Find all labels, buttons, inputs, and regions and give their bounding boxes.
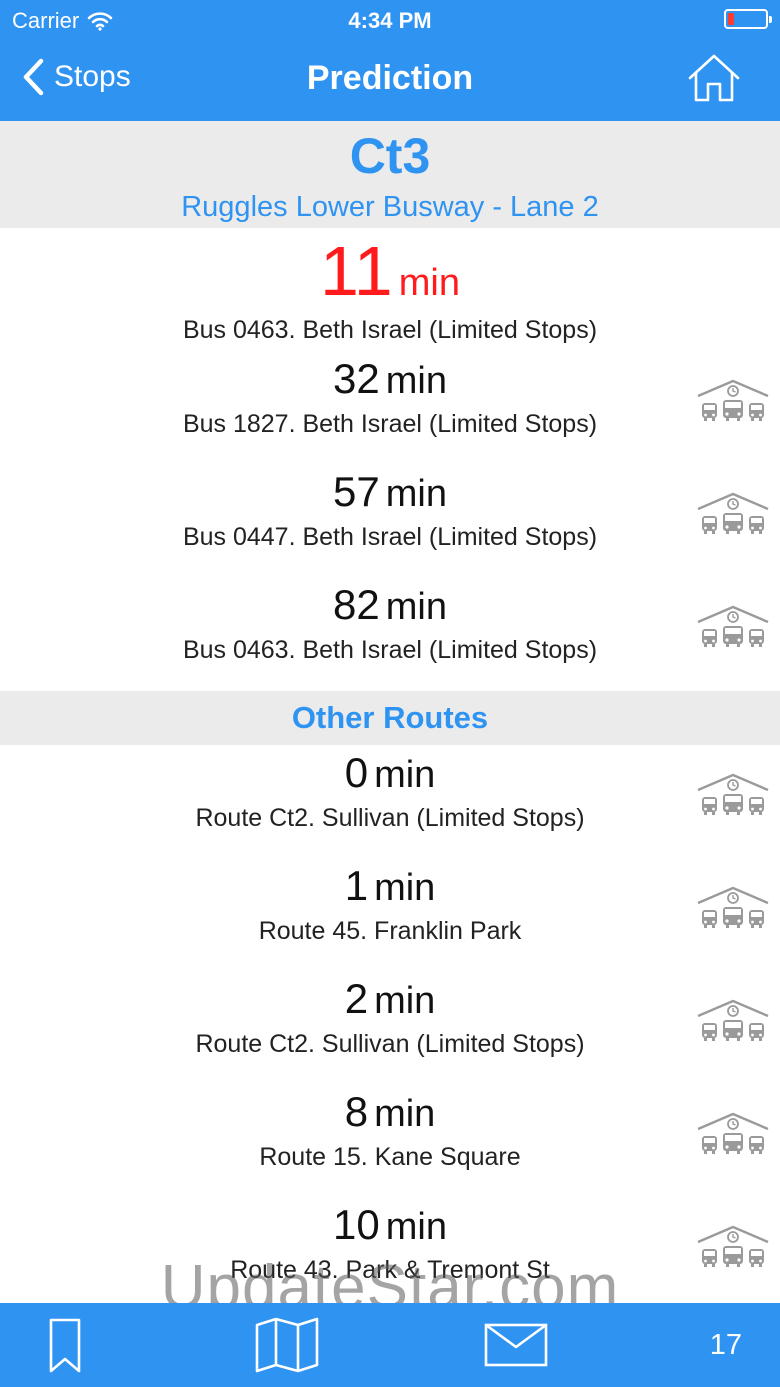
vehicle-description: Bus 0463. Beth Israel (Limited Stops)	[182, 316, 598, 344]
eta-minutes: 57	[333, 468, 380, 515]
route-description: Route 15. Kane Square	[259, 1143, 521, 1171]
stop-name: Ruggles Lower Busway - Lane 2	[181, 191, 599, 223]
eta-unit: min	[385, 1206, 447, 1248]
route-header: Ct3 Ruggles Lower Busway - Lane 2	[0, 121, 780, 228]
bus-garage-icon	[697, 379, 769, 421]
eta-unit: min	[374, 867, 436, 909]
eta-minutes: 8	[344, 1088, 369, 1135]
bus-garage-icon	[697, 492, 769, 534]
eta: 0 min	[0, 749, 780, 796]
route-description: Route Ct2. Sullivan (Limited Stops)	[195, 804, 585, 832]
bus-garage-icon	[697, 1225, 769, 1267]
eta-unit: min	[385, 473, 447, 515]
bus-garage-icon	[697, 999, 769, 1041]
eta: 8 min	[0, 1088, 780, 1135]
top-bar: Carrier 4:34 PM Stops Prediction	[0, 0, 780, 121]
page-title: Prediction	[306, 59, 474, 97]
eta-minutes: 82	[333, 581, 380, 628]
other-route-row[interactable]: 2 min Route Ct2. Sullivan (Limited Stops)	[0, 978, 780, 1091]
eta-unit: min	[385, 360, 447, 402]
other-route-row[interactable]: 8 min Route 15. Kane Square	[0, 1091, 780, 1204]
bus-garage-icon	[697, 1112, 769, 1154]
eta: 82 min	[0, 581, 780, 628]
other-route-row[interactable]: 0 min Route Ct2. Sullivan (Limited Stops)	[0, 752, 780, 865]
other-route-row[interactable]: 1 min Route 45. Franklin Park	[0, 865, 780, 978]
vehicle-description: Bus 0447. Beth Israel (Limited Stops)	[182, 523, 598, 551]
eta: 57 min	[0, 468, 780, 515]
mail-icon[interactable]	[484, 1321, 548, 1369]
eta-minutes: 10	[333, 1201, 380, 1248]
other-route-row[interactable]: 10 min Route 43. Park & Tremont St	[0, 1204, 780, 1317]
prediction-row[interactable]: 57 min Bus 0447. Beth Israel (Limited Sto…	[0, 471, 780, 584]
eta-unit: min	[398, 262, 460, 304]
eta-minutes: 0	[344, 749, 369, 796]
eta-minutes: 11	[320, 232, 393, 310]
eta-unit: min	[374, 980, 436, 1022]
vehicle-description: Bus 0463. Beth Israel (Limited Stops)	[182, 636, 598, 664]
map-icon[interactable]	[254, 1317, 320, 1373]
route-description: Route 45. Franklin Park	[258, 917, 522, 945]
prediction-row[interactable]: 11 min Bus 0463. Beth Israel (Limited Sto…	[0, 236, 780, 349]
eta: 10 min	[0, 1201, 780, 1248]
status-bar: Carrier 4:34 PM	[0, 0, 780, 40]
battery-icon	[724, 9, 772, 29]
clock: 4:34 PM	[348, 8, 432, 33]
prediction-row[interactable]: 32 min Bus 1827. Beth Israel (Limited Sto…	[0, 358, 780, 471]
vehicle-description: Bus 1827. Beth Israel (Limited Stops)	[182, 410, 598, 438]
eta-unit: min	[374, 1093, 436, 1135]
bookmark-icon[interactable]	[48, 1317, 82, 1375]
route-description: Route Ct2. Sullivan (Limited Stops)	[195, 1030, 585, 1058]
route-name: Ct3	[349, 128, 431, 184]
stop-count[interactable]: 17	[710, 1329, 742, 1362]
eta: 32 min	[0, 355, 780, 402]
eta-minutes: 32	[333, 355, 380, 402]
eta: 1 min	[0, 862, 780, 909]
bottom-toolbar: 17	[0, 1303, 780, 1387]
eta-minutes: 1	[344, 862, 369, 909]
eta: 2 min	[0, 975, 780, 1022]
eta-unit: min	[374, 754, 436, 796]
eta-unit: min	[385, 586, 447, 628]
eta: 11 min	[0, 236, 780, 306]
other-routes-header: Other Routes	[0, 691, 780, 745]
bus-garage-icon	[697, 773, 769, 815]
navigation-bar: Stops Prediction	[0, 40, 780, 121]
route-description: Route 43. Park & Tremont St	[230, 1256, 550, 1284]
bus-garage-icon	[697, 605, 769, 647]
bus-garage-icon	[697, 886, 769, 928]
prediction-row[interactable]: 82 min Bus 0463. Beth Israel (Limited Sto…	[0, 584, 780, 697]
home-icon[interactable]	[686, 52, 742, 104]
eta-minutes: 2	[344, 975, 369, 1022]
